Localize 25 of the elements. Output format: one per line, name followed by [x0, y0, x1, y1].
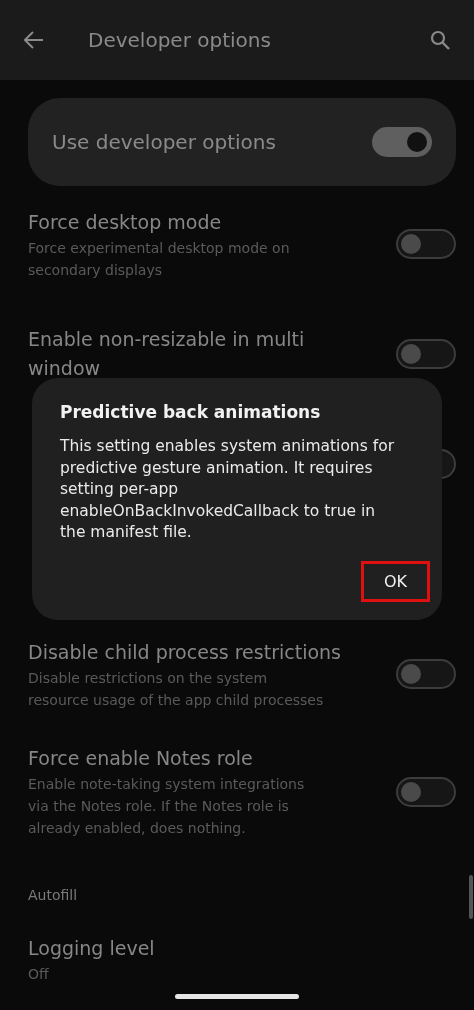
- ok-button[interactable]: OK: [360, 561, 430, 602]
- toggle-switch[interactable]: [396, 659, 456, 689]
- toggle-switch[interactable]: [396, 229, 456, 259]
- master-switch-label: Use developer options: [52, 130, 276, 154]
- master-switch-card[interactable]: Use developer options: [28, 98, 456, 186]
- navigation-handle[interactable]: [175, 994, 299, 999]
- scrollbar: [469, 875, 473, 919]
- setting-title: Force enable Notes role: [28, 746, 254, 771]
- back-arrow-icon[interactable]: [24, 31, 44, 49]
- setting-summary: Enable note-taking system integrations via the Notes role. If the Notes role is already enabled, does nothing.: [28, 775, 306, 838]
- search-icon[interactable]: [430, 30, 450, 50]
- toggle-switch[interactable]: [396, 776, 456, 807]
- toggle-switch[interactable]: [396, 339, 456, 369]
- dialog-title: Predictive back animations: [60, 402, 322, 422]
- dialog-message: This setting enables system animations for predictive gesture animation. It requires setting per-app enableOnBackInvokedCallback to true in the manifest file.: [60, 436, 395, 543]
- setting-value: Off: [28, 965, 50, 984]
- setting-title: Disable child process restrictions: [28, 639, 341, 665]
- setting-title: Enable non-resizable in multi window: [28, 327, 306, 381]
- setting-summary: Force experimental desktop mode on secondary displays: [28, 238, 291, 280]
- setting-summary: Disable restrictions on the system resource usage of the app child processes: [28, 668, 325, 710]
- toggle-switch[interactable]: [372, 127, 432, 157]
- section-header: Autofill: [28, 887, 78, 903]
- setting-title[interactable]: Logging level: [28, 934, 456, 963]
- setting-title: Force desktop mode: [28, 209, 223, 235]
- screen-title: Developer options: [88, 28, 272, 52]
